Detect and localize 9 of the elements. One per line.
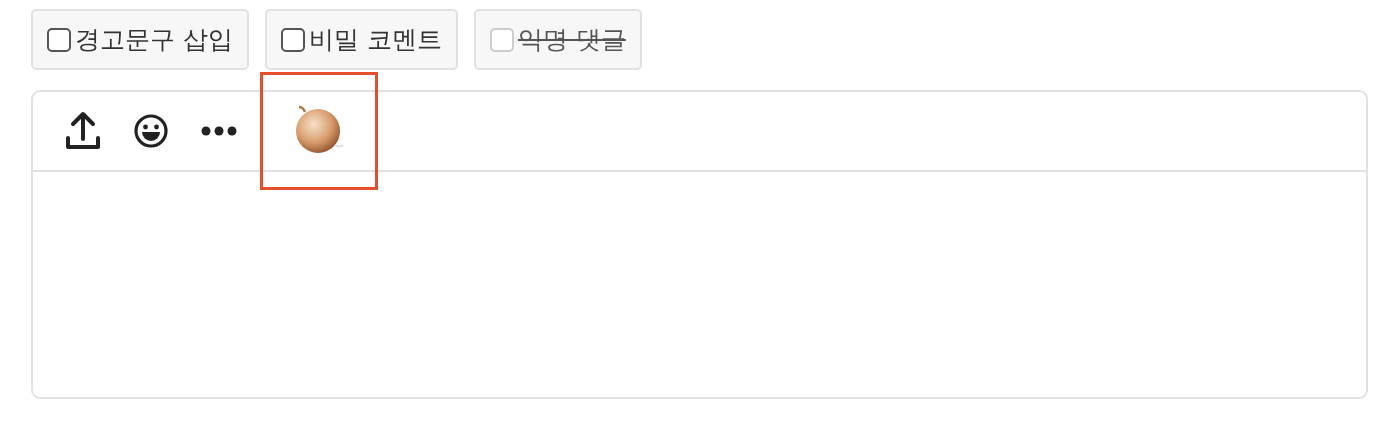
more-icon bbox=[201, 126, 237, 136]
onion-icon bbox=[293, 105, 345, 155]
upload-icon bbox=[65, 111, 101, 151]
checkbox[interactable] bbox=[280, 27, 305, 52]
onion-button[interactable] bbox=[263, 75, 375, 187]
option-toggle[interactable]: 경고문구 삽입 bbox=[31, 9, 249, 70]
option-toggle[interactable]: 비밀 코멘트 bbox=[264, 9, 458, 70]
smiley-icon bbox=[133, 113, 169, 149]
checkbox[interactable] bbox=[47, 27, 71, 52]
